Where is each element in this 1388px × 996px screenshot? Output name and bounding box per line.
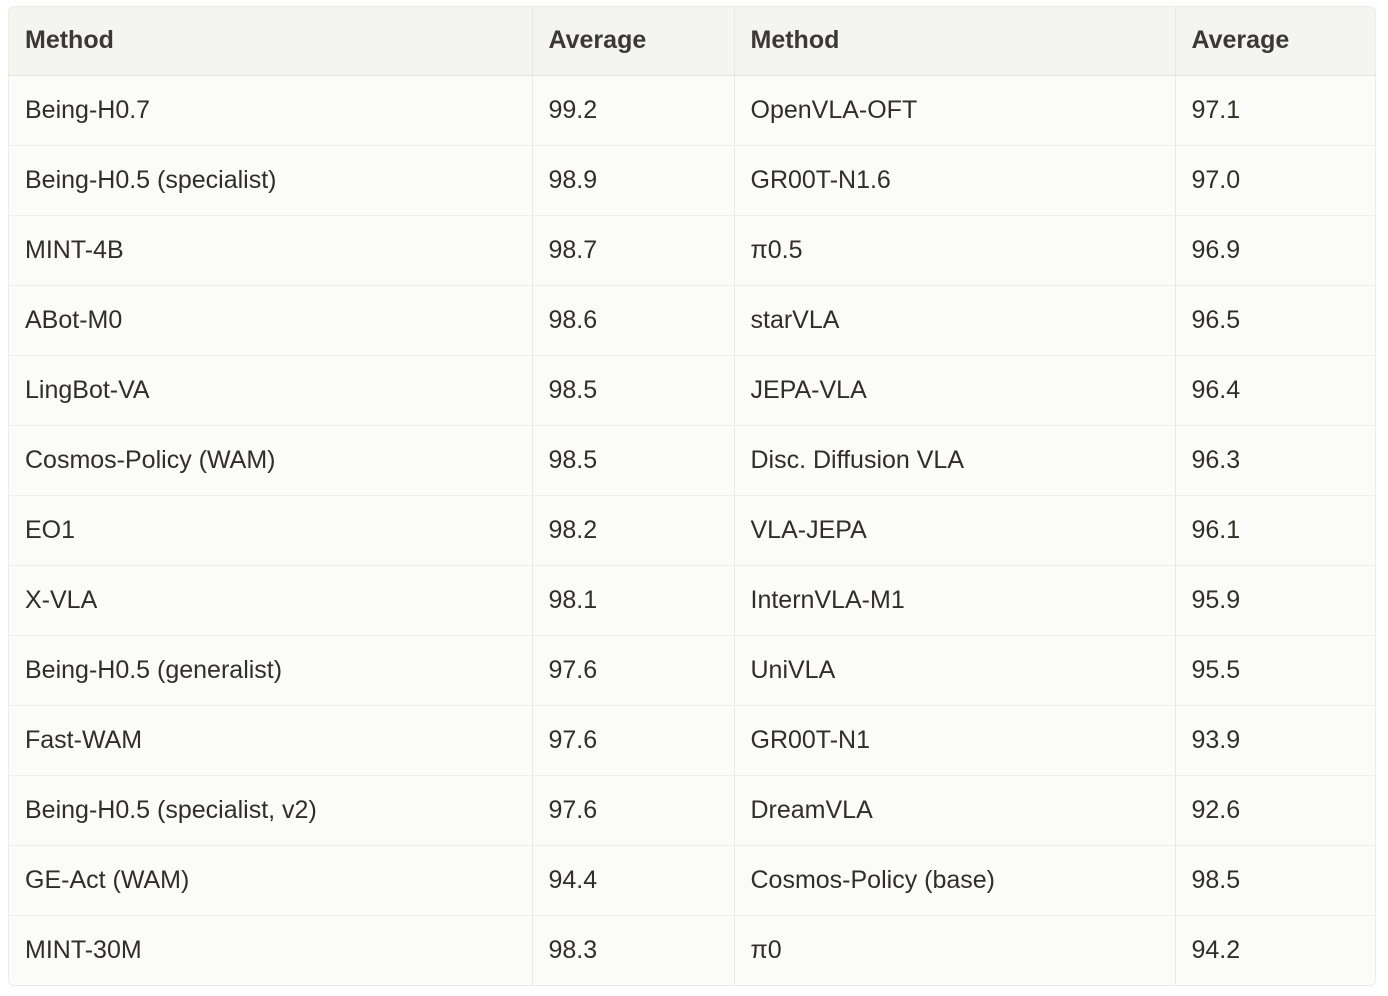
average-left-cell: 97.6 (532, 705, 735, 776)
method-right-cell: π0 (734, 915, 1176, 985)
average-left-cell: 98.6 (532, 285, 735, 356)
table-header-row: Method Average Method Average (9, 7, 1375, 76)
table-row: MINT-30M 98.3 π0 94.2 (9, 915, 1375, 985)
table-body: Being-H0.7 99.2 OpenVLA-OFT 97.1 Being-H0.5 … (9, 75, 1375, 985)
table-row: GE-Act (WAM) 94.4 Cosmos-Policy (base) 98.5 (9, 845, 1375, 916)
method-right-cell: GR00T-N1.6 (734, 145, 1176, 216)
header-average-left: Average (532, 7, 735, 76)
average-left-cell: 98.2 (532, 495, 735, 566)
method-left-cell: LingBot-VA (9, 355, 533, 426)
method-right-cell: OpenVLA-OFT (734, 75, 1176, 146)
average-right-cell: 92.6 (1175, 775, 1375, 846)
method-left-cell: X-VLA (9, 565, 533, 636)
header-average-right: Average (1175, 7, 1375, 76)
method-right-cell: UniVLA (734, 635, 1176, 706)
method-right-cell: JEPA-VLA (734, 355, 1176, 426)
method-left-cell: EO1 (9, 495, 533, 566)
method-right-cell: starVLA (734, 285, 1176, 356)
method-left-cell: Being-H0.5 (specialist, v2) (9, 775, 533, 846)
method-left-cell: Cosmos-Policy (WAM) (9, 425, 533, 496)
average-right-cell: 95.5 (1175, 635, 1375, 706)
average-right-cell: 96.4 (1175, 355, 1375, 426)
average-left-cell: 98.9 (532, 145, 735, 216)
average-left-cell: 98.5 (532, 355, 735, 426)
method-left-cell: MINT-30M (9, 915, 533, 985)
table-row: MINT-4B 98.7 π0.5 96.9 (9, 215, 1375, 286)
method-left-cell: Being-H0.5 (specialist) (9, 145, 533, 216)
table-row: Being-H0.5 (generalist) 97.6 UniVLA 95.5 (9, 635, 1375, 706)
average-right-cell: 96.1 (1175, 495, 1375, 566)
results-table-container: Method Average Method Average Being-H0.7… (8, 6, 1376, 986)
average-left-cell: 97.6 (532, 635, 735, 706)
average-right-cell: 97.0 (1175, 145, 1375, 216)
table-row: EO1 98.2 VLA-JEPA 96.1 (9, 495, 1375, 566)
average-left-cell: 94.4 (532, 845, 735, 916)
average-left-cell: 98.5 (532, 425, 735, 496)
average-right-cell: 96.3 (1175, 425, 1375, 496)
results-table: Method Average Method Average Being-H0.7… (9, 7, 1375, 985)
table-row: ABot-M0 98.6 starVLA 96.5 (9, 285, 1375, 356)
method-left-cell: ABot-M0 (9, 285, 533, 356)
average-right-cell: 98.5 (1175, 845, 1375, 916)
method-left-cell: Being-H0.5 (generalist) (9, 635, 533, 706)
average-left-cell: 99.2 (532, 75, 735, 146)
method-right-cell: Disc. Diffusion VLA (734, 425, 1176, 496)
average-right-cell: 96.9 (1175, 215, 1375, 286)
method-right-cell: Cosmos-Policy (base) (734, 845, 1176, 916)
method-right-cell: VLA-JEPA (734, 495, 1176, 566)
average-right-cell: 94.2 (1191, 935, 1241, 964)
method-left-cell: MINT-4B (9, 215, 533, 286)
method-right-cell: π0.5 (734, 215, 1176, 286)
table-row: X-VLA 98.1 InternVLA-M1 95.9 (9, 565, 1375, 636)
header-method-right: Method (734, 7, 1176, 76)
average-right-cell: 95.9 (1175, 565, 1375, 636)
table-row: Being-H0.5 (specialist) 98.9 GR00T-N1.6 97.… (9, 145, 1375, 216)
average-left-cell: 97.6 (532, 775, 735, 846)
average-left-cell: 98.7 (532, 215, 735, 286)
table-row: Cosmos-Policy (WAM) 98.5 Disc. Diffusion V… (9, 425, 1375, 496)
average-left-cell: 98.1 (532, 565, 735, 636)
method-right-cell: DreamVLA (734, 775, 1176, 846)
header-method-left: Method (9, 7, 533, 76)
average-right-cell: 96.5 (1175, 285, 1375, 356)
method-right-cell: InternVLA-M1 (734, 565, 1176, 636)
average-left-cell: 98.3 (532, 915, 735, 985)
table-row: Being-H0.5 (specialist, v2) 97.6 DreamVLA 9… (9, 775, 1375, 846)
method-left-cell: GE-Act (WAM) (9, 845, 533, 916)
method-left-cell: Being-H0.7 (9, 75, 533, 146)
average-right-cell: 93.9 (1175, 705, 1375, 776)
table-row: Being-H0.7 99.2 OpenVLA-OFT 97.1 (9, 75, 1375, 146)
method-right-cell: GR00T-N1 (734, 705, 1176, 776)
average-right-cell: 97.1 (1175, 75, 1375, 146)
table-row: Fast-WAM 97.6 GR00T-N1 93.9 (9, 705, 1375, 776)
method-left-cell: Fast-WAM (9, 705, 533, 776)
table-row: LingBot-VA 98.5 JEPA-VLA 96.4 (9, 355, 1375, 426)
